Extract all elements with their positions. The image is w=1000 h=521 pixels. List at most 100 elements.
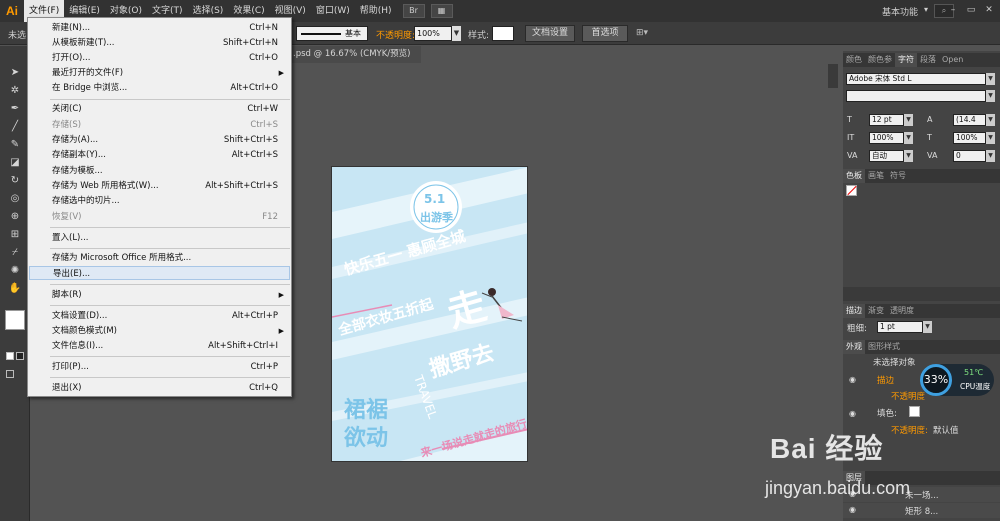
rotate-tool-icon[interactable]: ↻ (6, 174, 24, 188)
kerning-input[interactable]: 自动 (869, 150, 904, 162)
default-stroke-icon[interactable] (16, 352, 24, 360)
font-size-input[interactable]: 12 pt (869, 114, 904, 126)
selection-tool-icon[interactable]: ➤ (6, 66, 24, 80)
menu-item-browse-bridge[interactable]: 在 Bridge 中浏览... Alt+Ctrl+O (29, 81, 290, 95)
mesh-tool-icon[interactable]: ⊞ (6, 228, 24, 242)
tab-gradient[interactable]: 渐变 (865, 304, 887, 318)
tab-brushes[interactable]: 画笔 (865, 169, 887, 183)
stroke-weight-input[interactable]: 1 pt (877, 321, 923, 333)
chevron-down-icon[interactable]: ▼ (452, 26, 461, 41)
document-tab[interactable]: .psd @ 16.67% (CMYK/预览) (291, 46, 421, 63)
menu-window[interactable]: 窗口(W) (311, 0, 355, 22)
appearance-fill-row[interactable]: 填色: (877, 407, 897, 419)
tab-graphic-styles[interactable]: 图形样式 (865, 340, 903, 354)
menu-item-save-as-template[interactable]: 存储为模板... (29, 164, 290, 178)
tab-appearance[interactable]: 外观 (843, 340, 865, 354)
opacity-input[interactable]: 100% (414, 26, 452, 41)
tab-symbols[interactable]: 符号 (887, 169, 909, 183)
chevron-down-icon[interactable]: ▼ (986, 132, 995, 144)
menu-item-print[interactable]: 打印(P)... Ctrl+P (29, 360, 290, 374)
menu-item-save-ms-office[interactable]: 存储为 Microsoft Office 所用格式... (29, 251, 290, 265)
close-button[interactable]: ✕ (982, 3, 996, 17)
menu-item-scripts[interactable]: 脚本(R) ▶ (29, 288, 290, 302)
menu-item-save-copy[interactable]: 存储副本(Y)... Alt+Ctrl+S (29, 148, 290, 162)
tab-stroke[interactable]: 描边 (843, 304, 865, 318)
menu-item-place[interactable]: 置入(L)... (29, 231, 290, 245)
chevron-down-icon[interactable]: ▼ (904, 132, 913, 144)
tab-paragraph[interactable]: 段落 (917, 53, 939, 67)
fill-swatch[interactable] (909, 406, 920, 417)
menu-item-file-info[interactable]: 文件信息(I)... Alt+Shift+Ctrl+I (29, 339, 290, 353)
tab-transparency[interactable]: 透明度 (887, 304, 917, 318)
fill-color-swatch[interactable] (5, 310, 25, 330)
default-fill-icon[interactable] (6, 352, 14, 360)
leading-input[interactable]: (14.4 (953, 114, 986, 126)
font-style-field[interactable] (846, 90, 986, 102)
bridge-icon[interactable]: Br (402, 4, 425, 18)
tab-opentype[interactable]: Open (939, 53, 966, 67)
horizontal-scale-input[interactable]: 100% (953, 132, 986, 144)
chevron-down-icon[interactable]: ▼ (986, 114, 995, 126)
tab-character[interactable]: 字符 (895, 53, 917, 67)
opacity-label[interactable]: 不透明度: (376, 28, 415, 41)
shape-builder-icon[interactable]: ⊕ (6, 210, 24, 224)
menu-item-close[interactable]: 关闭(C) Ctrl+W (29, 102, 290, 116)
minimize-button[interactable]: – (946, 3, 960, 17)
font-family-field[interactable]: Adobe 宋体 Std L (846, 73, 986, 85)
tab-color[interactable]: 颜色 (843, 53, 865, 67)
workspace-switcher[interactable]: 基本功能 (882, 5, 918, 18)
style-swatch[interactable] (492, 26, 514, 41)
eye-icon[interactable]: ◉ (849, 409, 856, 418)
line-tool-icon[interactable]: ╱ (6, 120, 24, 134)
menu-item-open-recent[interactable]: 最近打开的文件(F) ▶ (29, 66, 290, 80)
chevron-down-icon[interactable]: ▾ (924, 5, 928, 14)
arrange-documents-icon[interactable]: ▦ (430, 4, 453, 18)
symbol-sprayer-icon[interactable]: ✺ (6, 264, 24, 278)
menu-item-export[interactable]: 导出(E)... (29, 266, 290, 280)
paintbrush-icon[interactable]: ✎ (6, 138, 24, 152)
menu-item-new[interactable]: 新建(N)... Ctrl+N (29, 21, 290, 35)
maximize-button[interactable]: ▭ (964, 3, 978, 17)
preferences-button[interactable]: 首选项 (582, 25, 628, 42)
chevron-down-icon[interactable]: ▼ (986, 90, 995, 102)
menu-item-new-from-template[interactable]: 从模板新建(T)... Shift+Ctrl+N (29, 36, 290, 50)
warp-tool-icon[interactable]: ◎ (6, 192, 24, 206)
chevron-down-icon[interactable]: ▼ (923, 321, 932, 333)
tracking-input[interactable]: 0 (953, 150, 986, 162)
none-swatch[interactable] (846, 185, 857, 196)
eye-icon[interactable]: ◉ (849, 505, 856, 514)
document-setup-button[interactable]: 文档设置 (525, 25, 575, 42)
scroll-thumb[interactable] (828, 64, 838, 88)
magic-wand-icon[interactable]: ✲ (6, 84, 24, 98)
layer-row[interactable]: ◉ 矩形 8... (843, 503, 1000, 518)
chevron-down-icon[interactable]: ▼ (986, 150, 995, 162)
menu-item-exit[interactable]: 退出(X) Ctrl+Q (29, 381, 290, 395)
menu-item-document-color-mode[interactable]: 文档颜色模式(M) ▶ (29, 324, 290, 338)
draw-mode-icon[interactable] (6, 370, 14, 378)
arrange-menu-icon[interactable]: ⊞▾ (636, 28, 648, 38)
tab-swatches[interactable]: 色板 (843, 169, 865, 183)
appearance-stroke-row[interactable]: 描边 (877, 374, 894, 386)
appearance-opacity-row-2[interactable]: 不透明度: (891, 424, 928, 436)
menu-item-save-for-web[interactable]: 存储为 Web 所用格式(W)... Alt+Shift+Ctrl+S (29, 179, 290, 193)
menu-item-document-setup[interactable]: 文档设置(D)... Alt+Ctrl+P (29, 309, 290, 323)
eraser-icon[interactable]: ◪ (6, 156, 24, 170)
menu-item-save-selected-slices[interactable]: 存储选中的切片... (29, 194, 290, 208)
menu-item-save-as[interactable]: 存储为(A)... Shift+Ctrl+S (29, 133, 290, 147)
menu-item-save[interactable]: 存储(S) Ctrl+S (29, 118, 290, 132)
appearance-opacity-row[interactable]: 不透明度 (891, 390, 925, 402)
submenu-arrow-icon: ▶ (278, 69, 284, 77)
menu-item-open[interactable]: 打开(O)... Ctrl+O (29, 51, 290, 65)
menu-item-revert[interactable]: 恢复(V) F12 (29, 210, 290, 224)
eyedropper-icon[interactable]: ⌿ (6, 246, 24, 260)
vertical-scale-input[interactable]: 100% (869, 132, 904, 144)
hand-tool-icon[interactable]: ✋ (6, 282, 24, 296)
eye-icon[interactable]: ◉ (849, 375, 856, 384)
tab-color-guide[interactable]: 颜色参 (865, 53, 895, 67)
chevron-down-icon[interactable]: ▼ (904, 150, 913, 162)
chevron-down-icon[interactable]: ▼ (986, 73, 995, 85)
chevron-down-icon[interactable]: ▼ (904, 114, 913, 126)
menu-help[interactable]: 帮助(H) (355, 0, 397, 22)
stroke-profile-dropdown[interactable]: 基本 (296, 26, 368, 41)
pen-tool-icon[interactable]: ✒ (6, 102, 24, 116)
